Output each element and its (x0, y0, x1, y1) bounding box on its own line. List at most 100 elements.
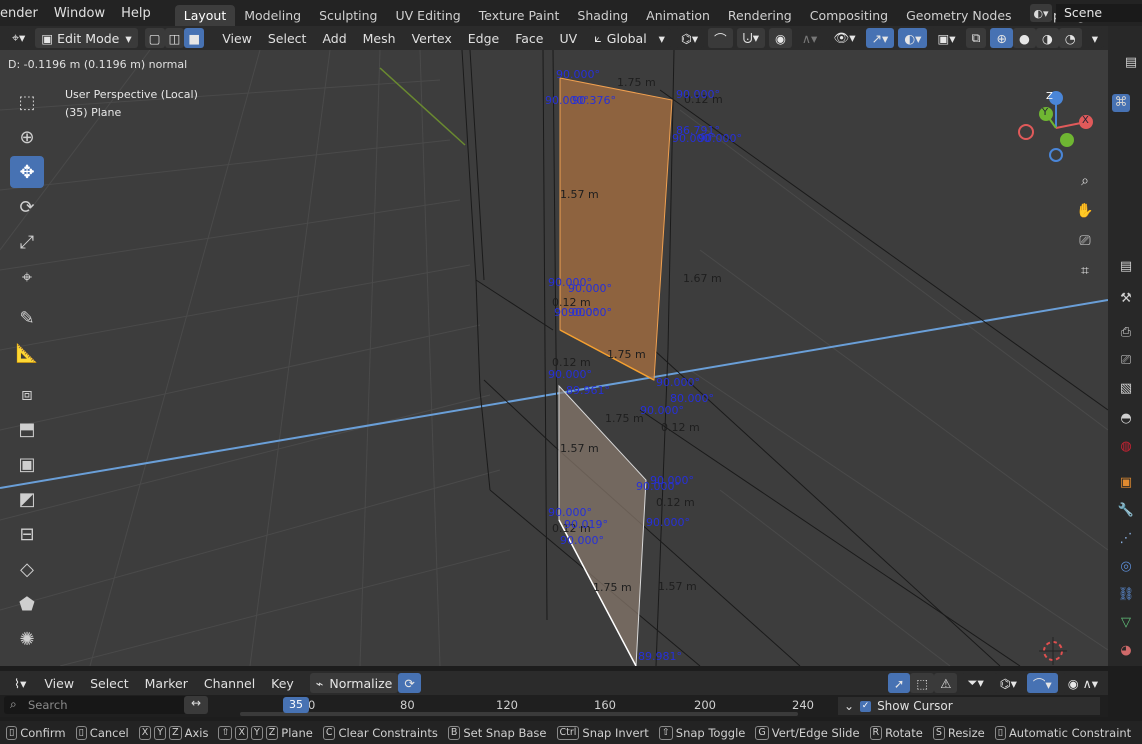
xray-toggle-button[interactable]: ⧉ (965, 28, 987, 48)
knife-tool-icon[interactable]: ◇ (10, 553, 44, 585)
outliner-icon[interactable]: ▤ (1122, 54, 1140, 72)
snap-target-dropdown[interactable]: ⨃▾ (736, 28, 765, 48)
timeline-menu-key[interactable]: Key (263, 676, 302, 691)
cursor-tool-icon[interactable]: ⊕ (10, 121, 44, 153)
annotate-tool-icon[interactable]: ✎ (10, 302, 44, 334)
render-properties-icon[interactable]: ⎙ (1117, 324, 1135, 342)
object-properties-icon[interactable]: ▣ (1117, 474, 1135, 492)
pan-hand-icon[interactable]: ✋ (1072, 198, 1098, 224)
shading-options-dropdown[interactable]: ▾ (1085, 28, 1104, 48)
output-properties-icon[interactable]: ⎚ (1117, 352, 1135, 370)
menu-mesh[interactable]: Mesh (355, 31, 404, 46)
tab-modeling[interactable]: Modeling (235, 5, 310, 26)
poly-build-icon[interactable]: ⬟ (10, 588, 44, 620)
visibility-dropdown[interactable]: 👁▾ (827, 28, 862, 48)
tab-texture-paint[interactable]: Texture Paint (470, 5, 569, 26)
material-shading-button[interactable]: ◑ (1035, 28, 1059, 48)
properties-editor-icon[interactable]: ▤ (1117, 258, 1135, 276)
current-frame-indicator[interactable]: 35 (283, 697, 309, 713)
timeline-menu-view[interactable]: View (36, 676, 82, 691)
scene-selector[interactable]: ◐▾ Scene (1030, 3, 1142, 23)
timeline-menu-channel[interactable]: Channel (196, 676, 263, 691)
extrude-tool-icon[interactable]: ⬒ (10, 413, 44, 445)
physics-icon[interactable]: ◎ (1117, 558, 1135, 576)
menu-render[interactable]: ender (0, 6, 46, 21)
auto-normalize-icon[interactable]: ⟳ (398, 673, 421, 693)
show-hidden-button[interactable]: ⬚ (910, 673, 935, 693)
menu-vertex[interactable]: Vertex (404, 31, 460, 46)
spin-tool-icon[interactable]: ✺ (10, 623, 44, 655)
3d-viewport[interactable]: D: -0.1196 m (0.1196 m) normal User Pers… (0, 50, 1108, 666)
zoom-icon[interactable]: ⌕ (1072, 168, 1098, 194)
proportional-edit-button[interactable]: ◉ (768, 28, 792, 48)
timeline-proportional-button[interactable]: ◉ ∧▾ (1061, 673, 1104, 693)
timeline-editor-type[interactable]: ⌇▾ (8, 673, 33, 693)
menu-uv[interactable]: UV (551, 31, 585, 46)
view-layer-icon[interactable]: ▧ (1117, 380, 1135, 398)
perspective-toggle-icon[interactable]: ⌗ (1072, 258, 1098, 284)
menu-select[interactable]: Select (260, 31, 315, 46)
constraints-icon[interactable]: ⛓ (1117, 586, 1135, 604)
only-errors-button[interactable]: ⚠ (934, 673, 958, 693)
add-cube-icon[interactable]: ⧈ (10, 378, 44, 410)
normalize-toggle[interactable]: ⌁ Normalize (309, 673, 399, 693)
show-cursor-panel[interactable]: ⌄ ✓ Show Cursor (838, 697, 1100, 715)
solid-shading-button[interactable]: ● (1012, 28, 1036, 48)
mesh-data-icon[interactable]: ▽ (1117, 614, 1135, 632)
inset-tool-icon[interactable]: ▣ (10, 448, 44, 480)
tab-uv-editing[interactable]: UV Editing (387, 5, 470, 26)
pivot-dropdown[interactable]: ⌬▾ (993, 673, 1023, 693)
tab-shading[interactable]: Shading (568, 5, 637, 26)
rendered-shading-button[interactable]: ◔ (1058, 28, 1082, 48)
only-selected-button[interactable]: ➚ (887, 673, 911, 693)
gizmo-x-label[interactable]: X (1082, 115, 1089, 126)
move-tool-icon[interactable]: ✥ (10, 156, 44, 188)
scroll-track[interactable] (240, 712, 798, 716)
tab-sculpting[interactable]: Sculpting (310, 5, 386, 26)
overlay-toggle-button[interactable]: ◐▾ (898, 28, 928, 48)
editor-type-button[interactable]: ⌖▾ (6, 28, 32, 48)
menu-help[interactable]: Help (113, 6, 159, 21)
gizmo-y-label[interactable]: Y (1042, 107, 1048, 118)
channel-search-input[interactable]: ⌕ Search (4, 696, 204, 714)
mode-dropdown[interactable]: ▣ Edit Mode ▾ (35, 28, 138, 48)
face-select-button[interactable]: ■ (184, 28, 205, 48)
timeline-snap-toggle[interactable]: ⌒▾ (1026, 673, 1058, 693)
select-box-icon[interactable]: ⬚ (10, 86, 44, 118)
menu-edge[interactable]: Edge (460, 31, 507, 46)
transform-tool-icon[interactable]: ⌖ (10, 261, 44, 293)
tab-geometry-nodes[interactable]: Geometry Nodes (897, 5, 1020, 26)
material-properties-icon[interactable]: ◕ (1117, 642, 1135, 660)
timeline-menu-select[interactable]: Select (82, 676, 137, 691)
particles-icon[interactable]: ⋰ (1117, 530, 1135, 548)
timeline-menu-marker[interactable]: Marker (137, 676, 196, 691)
snap-toggle-button[interactable]: ⌒ (708, 28, 733, 48)
menu-add[interactable]: Add (314, 31, 354, 46)
camera-view-icon[interactable]: ⎚ (1072, 228, 1098, 254)
scene-name[interactable]: Scene (1056, 4, 1142, 22)
rotate-tool-icon[interactable]: ⟳ (10, 191, 44, 223)
modifier-properties-icon[interactable]: 🔧 (1117, 502, 1135, 520)
pivot-point-dropdown[interactable]: ⌬▾ (674, 28, 705, 48)
vertex-select-button[interactable]: ▢ (144, 28, 165, 48)
tool-settings-icon[interactable]: ⚒ (1117, 290, 1135, 308)
world-properties-icon[interactable]: ◍ (1117, 438, 1135, 456)
menu-view[interactable]: View (214, 31, 260, 46)
scale-tool-icon[interactable]: ⤢ (10, 226, 44, 258)
outliner-filter-icon[interactable]: ⌘ (1112, 94, 1130, 112)
show-cursor-checkbox[interactable]: ✓ (860, 700, 872, 712)
tab-compositing[interactable]: Compositing (801, 5, 897, 26)
edge-select-button[interactable]: ◫ (164, 28, 185, 48)
loop-cut-icon[interactable]: ⊟ (10, 518, 44, 550)
measure-tool-icon[interactable]: 📐 (10, 337, 44, 369)
menu-face[interactable]: Face (507, 31, 551, 46)
wireframe-shading-button[interactable]: ⊕ (990, 28, 1013, 48)
gizmo-toggle-button[interactable]: ↗▾ (865, 28, 895, 48)
filter-dropdown[interactable]: ⏷▾ (961, 673, 990, 693)
scene-properties-icon[interactable]: ◓ (1117, 410, 1135, 428)
proportional-falloff-dropdown[interactable]: ∧▾ (795, 28, 824, 48)
menu-window[interactable]: Window (46, 6, 113, 21)
gizmo-z-label[interactable]: Z (1046, 91, 1053, 102)
bevel-tool-icon[interactable]: ◩ (10, 483, 44, 515)
tab-animation[interactable]: Animation (637, 5, 719, 26)
